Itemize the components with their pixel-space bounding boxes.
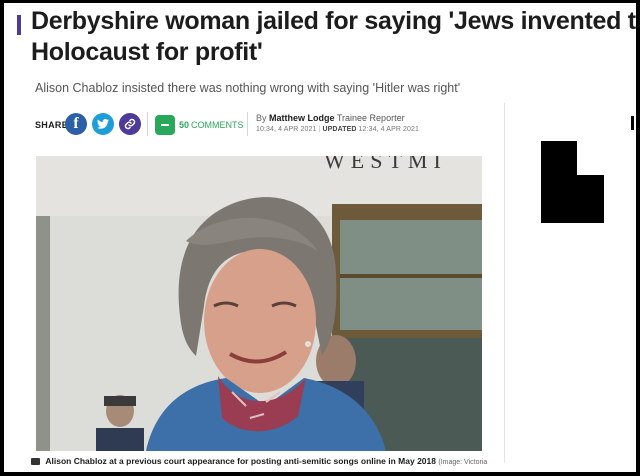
- left-wall: [36, 216, 50, 451]
- hero-image[interactable]: WESTMI: [36, 156, 482, 451]
- twitter-icon: [97, 119, 109, 129]
- headline-line-2: Holocaust for profit': [31, 38, 263, 66]
- comment-count: 50: [179, 120, 190, 130]
- headline-line-1: Derbyshire woman jailed for saying 'Jews…: [31, 7, 636, 35]
- headline-accent-bar: [17, 15, 21, 35]
- hero-photo: WESTMI: [36, 156, 482, 451]
- sidebar-ad-notch: [577, 141, 604, 175]
- byline: By Matthew Lodge Trainee Reporter 10:34,…: [256, 113, 419, 133]
- comment-label: COMMENTS: [191, 120, 244, 130]
- caption-text: Alison Chabloz at a previous court appea…: [45, 456, 436, 466]
- facebook-share-button[interactable]: f: [65, 113, 87, 135]
- article-subheadline: Alison Chabloz insisted there was nothin…: [35, 81, 461, 95]
- building-sign: WESTMI: [324, 156, 447, 173]
- share-divider: [147, 112, 148, 136]
- byline-divider: [247, 112, 248, 136]
- byline-timestamps: 10:34, 4 APR 2021 | UPDATED 12:34, 4 APR…: [256, 126, 420, 133]
- image-caption: Alison Chabloz at a previous court appea…: [31, 455, 491, 472]
- sidebar-divider: [504, 103, 505, 463]
- byline-author-line: By Matthew Lodge Trainee Reporter: [256, 113, 419, 123]
- article-headline: Derbyshire woman jailed for saying 'Jews…: [31, 6, 636, 68]
- share-bar: SHARE f 50 COMMENTS By Matthew Lodge Tra…: [35, 110, 455, 140]
- author-link[interactable]: Matthew Lodge: [269, 113, 335, 123]
- article-page: Derbyshire woman jailed for saying 'Jews…: [4, 3, 636, 472]
- bystander-body: [96, 428, 144, 451]
- camera-icon: [31, 458, 40, 465]
- comments-link[interactable]: 50 COMMENTS: [155, 114, 244, 136]
- share-label: SHARE: [35, 120, 69, 130]
- twitter-share-button[interactable]: [92, 113, 114, 135]
- copy-link-button[interactable]: [119, 113, 141, 135]
- sidebar-marker: [631, 116, 634, 130]
- person-face: [204, 249, 316, 393]
- facebook-icon: f: [73, 115, 79, 132]
- comment-icon: [155, 115, 175, 135]
- byline-by: By: [256, 113, 267, 123]
- published-time: 10:34, 4 APR 2021: [256, 126, 317, 133]
- updated-time: 12:34, 4 APR 2021: [358, 126, 420, 133]
- updated-label: UPDATED: [322, 126, 357, 133]
- link-icon: [124, 118, 136, 130]
- author-role: Trainee Reporter: [336, 113, 405, 123]
